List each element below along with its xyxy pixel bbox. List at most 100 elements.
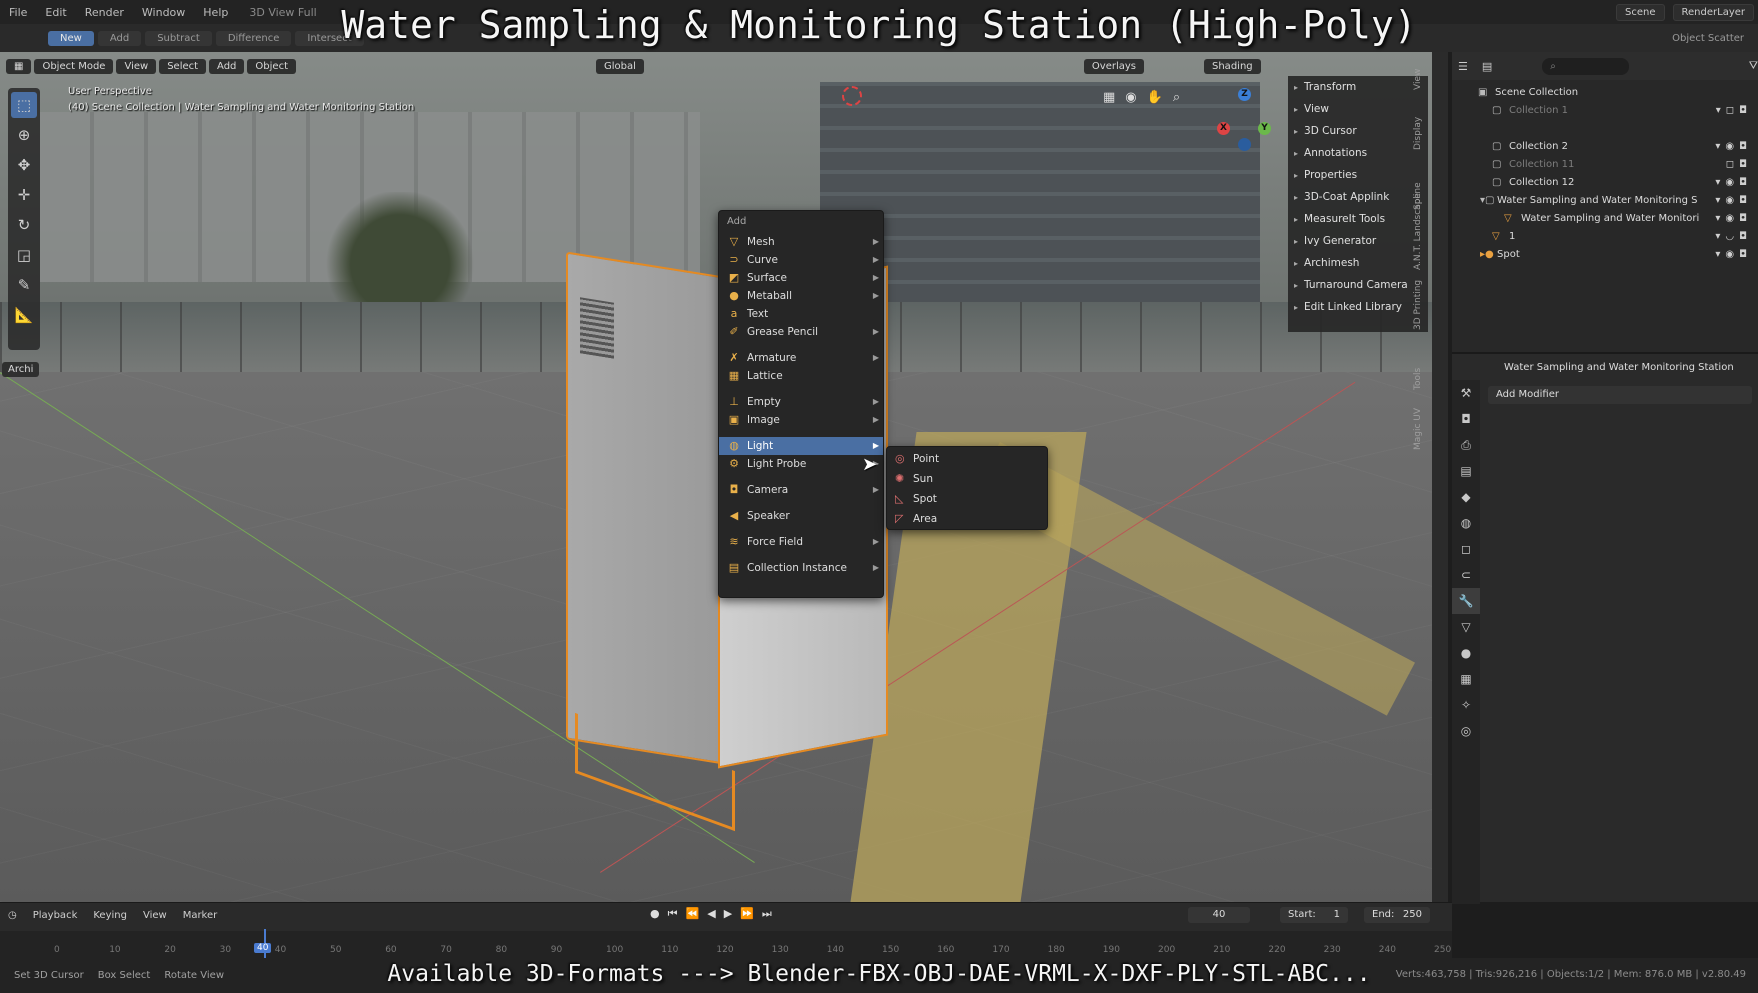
move-icon[interactable]: ✛ — [11, 182, 37, 208]
menu-item-text[interactable]: a Text — [719, 305, 883, 323]
3d-viewport[interactable]: ▦ Object Mode View Select Add Object Glo… — [0, 52, 1434, 902]
npanel-item-annotations[interactable]: ▸ Annotations — [1288, 142, 1428, 164]
npanel-item-properties[interactable]: ▸ Properties — [1288, 164, 1428, 186]
outliner-item[interactable]: ▸● Spot ▾◉◘ — [1452, 246, 1758, 264]
menu-item-light-probe[interactable]: ⚙ Light Probe ▶ — [719, 455, 883, 473]
bool-intersect-button[interactable]: Intersect — [295, 30, 364, 46]
npanel-item-measureit[interactable]: ▸ MeasureIt Tools — [1288, 208, 1428, 230]
outliner-editor-icon[interactable]: ☰ — [1458, 60, 1468, 73]
x-axis-icon[interactable]: X — [1217, 122, 1230, 135]
outliner-item[interactable]: ▢ Collection 11 ◻◘ — [1452, 156, 1758, 174]
npanel-item-archimesh[interactable]: ▸ Archimesh — [1288, 252, 1428, 274]
outliner-item[interactable]: ▾▢ Water Sampling and Water Monitoring S ▾… — [1452, 192, 1758, 210]
menu-item-grease-pencil[interactable]: ✐ Grease Pencil ▶ — [719, 323, 883, 341]
menu-item-speaker[interactable]: ◀ Speaker — [719, 507, 883, 525]
menu-keying[interactable]: Keying — [85, 910, 135, 921]
tab-ant-landscape[interactable]: A.N.T. Landscape — [1410, 193, 1470, 270]
orientation-selector[interactable]: Global — [596, 58, 644, 74]
select-box-icon[interactable]: ⬚ — [11, 92, 37, 118]
menu-window[interactable]: Window — [133, 6, 194, 19]
rotate-icon[interactable]: ↻ — [11, 212, 37, 238]
outliner-item[interactable]: ▢ Collection 12 ▾◉◘ — [1452, 174, 1758, 192]
measure-icon[interactable]: 📐 — [11, 302, 37, 328]
menu-select[interactable]: Select — [159, 58, 207, 74]
cursor-icon[interactable]: ⊕ — [11, 122, 37, 148]
menu-render[interactable]: Render — [76, 6, 133, 19]
tab-view[interactable]: View — [1410, 69, 1470, 90]
move-icon[interactable]: ✥ — [11, 152, 37, 178]
mode-selector[interactable]: Object Mode — [34, 58, 114, 74]
z-axis-icon[interactable]: Z — [1238, 88, 1251, 101]
play-icon[interactable]: ▶ — [724, 907, 732, 921]
menu-item-camera[interactable]: ◘ Camera ▶ — [719, 481, 883, 499]
npanel-item-ivy[interactable]: ▸ Ivy Generator — [1288, 230, 1428, 252]
jump-end-icon[interactable]: ⏭ — [762, 907, 772, 921]
end-frame-field[interactable]: End: 250 — [1364, 907, 1430, 923]
tab-display[interactable]: Display — [1410, 117, 1470, 150]
start-frame-field[interactable]: Start: 1 — [1280, 907, 1348, 923]
bool-add-button[interactable]: Add — [97, 30, 142, 46]
visibility-icons[interactable]: ▾◉◘ — [1715, 174, 1752, 192]
y-axis-icon[interactable]: Y — [1258, 122, 1271, 135]
scene-selector[interactable]: Scene — [1616, 3, 1665, 21]
outliner-item[interactable]: ▽ Water Sampling and Water Monitori ▾◉◘ — [1452, 210, 1758, 228]
menu-help[interactable]: Help — [194, 6, 237, 19]
bool-difference-button[interactable]: Difference — [215, 30, 292, 46]
play-reverse-icon[interactable]: ◀ — [707, 907, 715, 921]
shading-button[interactable]: Shading — [1204, 58, 1261, 74]
3d-cursor-icon[interactable] — [842, 86, 862, 106]
visibility-icons[interactable]: ◻◘ — [1726, 156, 1752, 174]
menu-timeline-view[interactable]: View — [135, 910, 175, 921]
scale-icon[interactable]: ◲ — [11, 242, 37, 268]
jump-start-icon[interactable]: ⏮ — [668, 907, 678, 921]
filter-icon[interactable]: ⛛ — [1749, 59, 1758, 73]
neg-z-axis-icon[interactable] — [1238, 138, 1251, 151]
visibility-icons[interactable]: ▾◉◘ — [1715, 192, 1752, 210]
annotate-icon[interactable]: ✎ — [11, 272, 37, 298]
outliner-item[interactable]: ▽ 1 ▾◡◘ — [1452, 228, 1758, 246]
tab-3d-printing[interactable]: 3D Printing — [1410, 280, 1470, 330]
menu-item-armature[interactable]: ✗ Armature ▶ — [719, 349, 883, 367]
npanel-item-view[interactable]: ▸ View — [1288, 98, 1428, 120]
workspace-tab[interactable]: 3D View Full — [237, 6, 328, 19]
view-layer-tab-icon[interactable]: ▤ — [1452, 458, 1480, 484]
menu-playback[interactable]: Playback — [25, 910, 86, 921]
menu-item-empty[interactable]: ⊥ Empty ▶ — [719, 393, 883, 411]
tab-magic-uv[interactable]: Magic UV — [1410, 408, 1470, 450]
npanel-item-transform[interactable]: ▸ Transform — [1288, 76, 1428, 98]
data-tab-icon[interactable]: ▽ — [1452, 614, 1480, 640]
camera-view-icon[interactable]: ◉ — [1125, 90, 1136, 105]
outliner-item[interactable]: ▢ Collection 2 ▾◉◘ — [1452, 138, 1758, 156]
view-layer-selector[interactable]: RenderLayer — [1672, 3, 1754, 21]
menu-marker[interactable]: Marker — [175, 910, 226, 921]
menu-item-mesh[interactable]: ▽ Mesh ▶ — [719, 233, 883, 251]
next-key-icon[interactable]: ⏩ — [740, 907, 754, 921]
menu-edit[interactable]: Edit — [36, 6, 75, 19]
object-tab-icon[interactable]: ◻ — [1452, 536, 1480, 562]
visibility-icons[interactable]: ▾◡◘ — [1715, 228, 1752, 246]
grid-icon[interactable]: ▦ — [1103, 90, 1115, 105]
record-icon[interactable]: ● — [650, 907, 660, 921]
scene-tab-icon[interactable]: ◆ — [1452, 484, 1480, 510]
menu-view[interactable]: View — [116, 58, 157, 74]
editor-type-icon[interactable]: ▦ — [6, 58, 32, 74]
physics-tab-icon[interactable]: ◎ — [1452, 718, 1480, 744]
overlays-button[interactable]: Overlays — [1083, 58, 1144, 74]
bool-subtract-button[interactable]: Subtract — [145, 30, 212, 46]
archi-tab[interactable]: Archi — [2, 362, 40, 377]
timeline-ruler[interactable]: 0 10 20 30 40 50 60 70 80 90 100 110 120 130 140 150 160… — [0, 931, 1452, 959]
submenu-item-sun[interactable]: ✺ Sun — [887, 469, 1047, 489]
object-scatter-label[interactable]: Object Scatter — [1672, 33, 1744, 44]
tab-tools[interactable]: Tools — [1410, 368, 1470, 390]
menu-item-surface[interactable]: ◩ Surface ▶ — [719, 269, 883, 287]
prev-key-icon[interactable]: ⏪ — [686, 907, 700, 921]
zoom-icon[interactable]: ⌕ — [1173, 90, 1180, 105]
bool-new-button[interactable]: New — [48, 30, 94, 46]
menu-item-collection-instance[interactable]: ▤ Collection Instance ▶ — [719, 559, 883, 577]
menu-item-force-field[interactable]: ≋ Force Field ▶ — [719, 533, 883, 551]
current-frame-field[interactable]: 40 — [1188, 907, 1250, 923]
npanel-item-3d-cursor[interactable]: ▸ 3D Cursor — [1288, 120, 1428, 142]
menu-item-lattice[interactable]: ▦ Lattice — [719, 367, 883, 385]
display-mode-icon[interactable]: ▤ — [1482, 60, 1492, 73]
submenu-item-area[interactable]: ◸ Area — [887, 509, 1047, 529]
